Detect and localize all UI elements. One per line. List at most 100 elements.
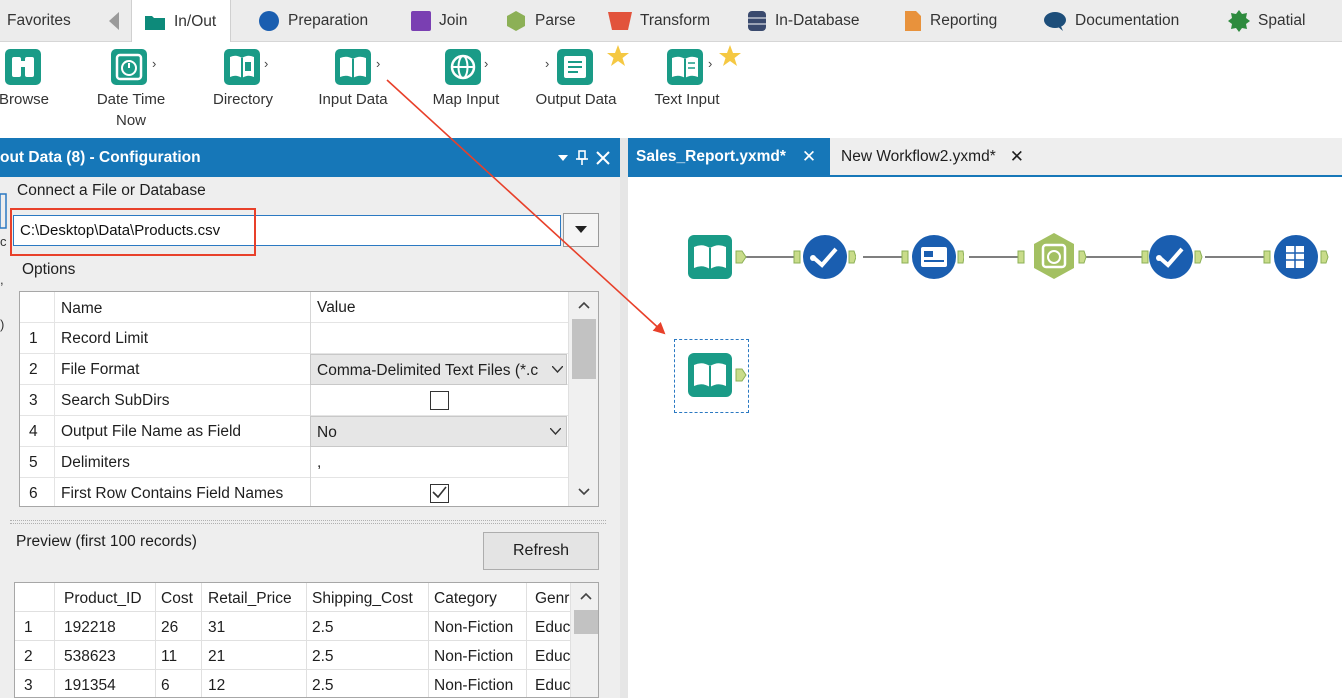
close-icon[interactable]: ✕ [802, 147, 816, 167]
file-format-select[interactable]: Comma-Delimited Text Files (*.c [310, 354, 567, 385]
config-panel-title: out Data (8) - Configuration [0, 148, 201, 166]
column-header[interactable]: Cost [161, 590, 193, 608]
svg-text:): ) [0, 317, 4, 332]
option-row-output-file-name[interactable]: 4 Output File Name as Field No [20, 416, 568, 447]
tab-sales-report[interactable]: Sales_Report.yxmd* ✕ [628, 138, 830, 175]
document-icon [904, 10, 922, 32]
chevron-right-icon: › [545, 56, 550, 71]
tab-spatial[interactable]: Spatial [1228, 0, 1305, 42]
tab-documentation[interactable]: Documentation [1043, 0, 1179, 42]
hexagon-icon [505, 10, 527, 32]
select-node[interactable] [792, 234, 856, 280]
tab-label: Transform [640, 12, 711, 29]
tab-label: Favorites [7, 12, 71, 29]
config-panel-header: out Data (8) - Configuration [0, 138, 620, 177]
tab-label: New Workflow2.yxmd* [841, 147, 996, 165]
trapezoid-icon [608, 10, 632, 32]
annotation-highlight-box [10, 208, 256, 256]
table-row[interactable]: 1 192218 26 31 2.5 Non-Fiction Educ [15, 612, 570, 641]
table-row[interactable]: 3 191354 6 12 2.5 Non-Fiction Educ [15, 670, 570, 697]
new-input-data-node[interactable] [686, 352, 750, 398]
tab-label: Documentation [1075, 12, 1180, 29]
option-row-file-format[interactable]: 2 File Format Comma-Delimited Text Files… [20, 354, 568, 385]
panel-divider[interactable] [620, 138, 628, 698]
tool-label: Map Input [432, 91, 500, 108]
column-header[interactable]: Product_ID [64, 590, 142, 608]
option-row-search-subdirs[interactable]: 3 Search SubDirs [20, 385, 568, 416]
chevron-right-icon: › [484, 56, 489, 71]
output-file-name-select[interactable]: No [310, 416, 567, 447]
tab-label: Join [439, 12, 468, 29]
tab-new-workflow2[interactable]: New Workflow2.yxmd* ✕ [841, 138, 1024, 175]
preview-grid: Product_ID Cost Retail_Price Shipping_Co… [14, 582, 599, 698]
tool-label: Output Data [535, 91, 617, 108]
preview-header-row: Product_ID Cost Retail_Price Shipping_Co… [15, 583, 570, 612]
preview-scrollbar[interactable] [570, 583, 598, 697]
gear-icon [1228, 10, 1250, 32]
refresh-button[interactable]: Refresh [483, 532, 599, 570]
chevron-down-icon[interactable] [558, 138, 568, 177]
favorite-star-icon [606, 44, 630, 68]
tab-join[interactable]: Join [411, 0, 467, 42]
column-header-name: Name [61, 300, 103, 317]
column-header[interactable]: Genr [535, 590, 571, 608]
formula-node[interactable] [900, 234, 964, 280]
datetime-node[interactable] [1016, 232, 1088, 280]
text-book-icon [666, 48, 704, 86]
tab-label: Preparation [288, 12, 369, 29]
tab-reporting[interactable]: Reporting [904, 0, 997, 42]
summarize-node[interactable] [1262, 234, 1342, 280]
tab-label: Parse [535, 12, 576, 29]
close-icon[interactable]: ✕ [1010, 147, 1024, 167]
options-label: Options [22, 261, 76, 278]
select-node-2[interactable] [1140, 234, 1204, 280]
tab-in-database[interactable]: In-Database [747, 0, 859, 42]
tool-palette: Browse › Date Time Now › Directory › Inp… [0, 42, 1342, 138]
folder-icon [144, 13, 166, 31]
option-row-first-row-field-names[interactable]: 6 First Row Contains Field Names [20, 478, 568, 506]
chevron-right-icon: › [264, 56, 269, 71]
tab-label: In-Database [775, 12, 860, 29]
option-row-delimiters[interactable]: 5 Delimiters , [20, 447, 568, 478]
close-icon[interactable] [596, 138, 610, 177]
tab-label: Sales_Report.yxmd* [636, 147, 786, 165]
file-path-dropdown-button[interactable] [563, 213, 599, 247]
tab-favorites[interactable]: Favorites [7, 0, 71, 42]
database-icon [747, 10, 767, 32]
tab-parse[interactable]: Parse [505, 0, 576, 42]
book-icon [334, 48, 372, 86]
delimiters-field[interactable]: , [310, 447, 567, 478]
favorite-star-icon [718, 44, 742, 68]
options-scrollbar[interactable] [568, 292, 598, 506]
option-row-record-limit[interactable]: 1 Record Limit [20, 323, 568, 354]
workflow-tab-bar: Sales_Report.yxmd* ✕ New Workflow2.yxmd*… [628, 138, 1342, 177]
options-grid: Name Value 1 Record Limit 2 File Format … [19, 291, 599, 507]
option-value-field[interactable] [310, 323, 567, 354]
tab-transform[interactable]: Transform [608, 0, 710, 42]
table-row[interactable]: 2 538623 11 21 2.5 Non-Fiction Educ [15, 641, 570, 670]
tool-label: Text Input [654, 91, 720, 108]
tool-label: Date Time Now [96, 91, 166, 129]
svg-text:,: , [0, 272, 4, 287]
tab-preparation[interactable]: Preparation [258, 0, 368, 42]
binoculars-icon [4, 48, 42, 86]
first-row-field-names-checkbox[interactable] [430, 484, 449, 503]
scroll-left-icon[interactable] [107, 10, 121, 32]
input-data-node[interactable] [686, 234, 750, 280]
column-header[interactable]: Category [434, 590, 497, 608]
chevron-down-icon [550, 428, 561, 435]
column-header[interactable]: Retail_Price [208, 590, 292, 608]
clock-icon [110, 48, 148, 86]
search-subdirs-checkbox[interactable] [430, 391, 449, 410]
tab-in-out[interactable]: In/Out [131, 0, 232, 43]
speech-bubble-icon [1043, 11, 1067, 31]
chevron-down-icon [575, 226, 587, 234]
output-icon [556, 48, 594, 86]
chevron-right-icon: › [376, 56, 381, 71]
tab-label: Reporting [930, 12, 998, 29]
panel-splitter[interactable] [10, 520, 606, 524]
pin-icon[interactable] [576, 138, 588, 177]
column-header-value: Value [310, 292, 567, 323]
column-header[interactable]: Shipping_Cost [312, 590, 413, 608]
options-header-row: Name Value [20, 292, 568, 323]
